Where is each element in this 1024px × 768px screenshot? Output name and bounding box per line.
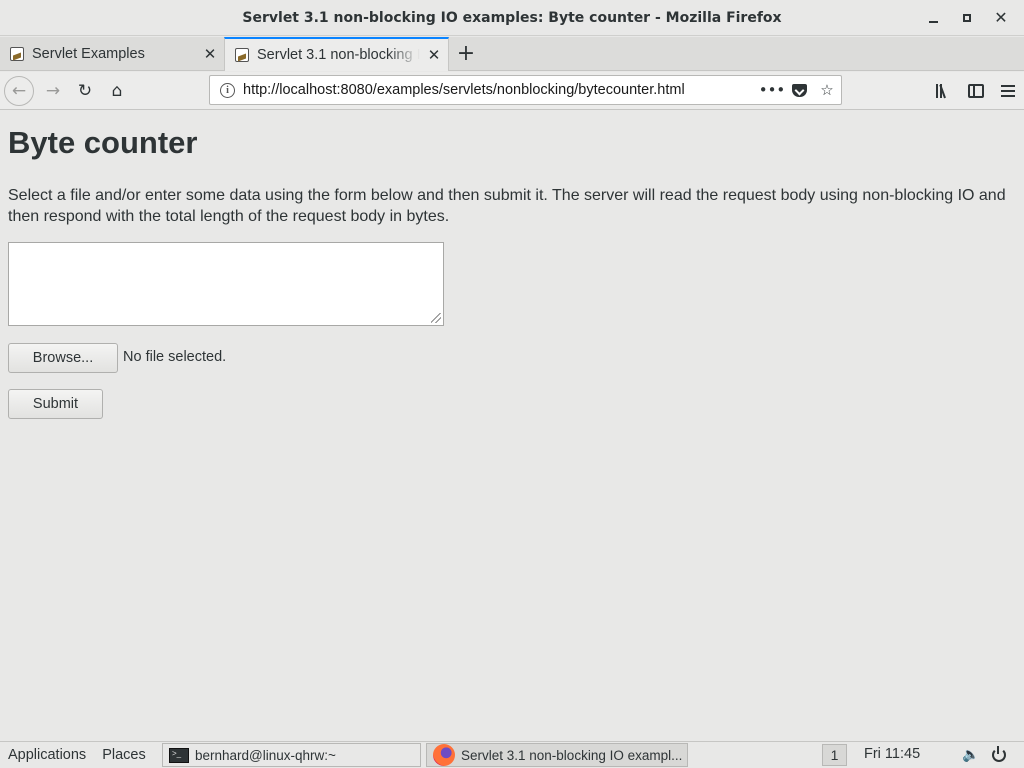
tomcat-favicon-icon [235,48,249,62]
terminal-icon: >_ [169,747,189,763]
firefox-icon [433,744,455,766]
sidebar-icon [968,84,984,98]
tab-servlet-examples[interactable]: Servlet Examples ✕ [0,37,224,70]
navigation-toolbar: ← → ↻ ⌂ i http://localhost:8080/examples… [0,72,1024,110]
file-status: No file selected. [123,349,227,365]
hamburger-menu-icon [1001,85,1015,97]
arrow-right-icon: → [45,81,61,101]
tomcat-favicon-icon [10,46,24,61]
sidebar-button[interactable] [960,76,992,106]
url-bar[interactable]: i http://localhost:8080/examples/servlet… [209,75,842,105]
url-input[interactable]: http://localhost:8080/examples/servlets/… [243,82,758,98]
arrow-left-icon: ← [11,81,27,101]
power-icon[interactable] [990,745,1007,762]
home-button[interactable]: ⌂ [102,76,132,106]
library-button[interactable] [928,76,960,106]
desktop-taskbar: Applications Places >_ bernhard@linux-qh… [0,741,1024,768]
home-icon: ⌂ [111,81,123,101]
volume-icon[interactable]: 🔈 [962,746,979,763]
data-textarea[interactable] [8,242,444,326]
tab-label: Servlet 3.1 non-blocking IO examples: By… [257,47,420,63]
intro-paragraph: Select a file and/or enter some data usi… [8,187,1006,225]
page-content: Byte counter Select a file and/or enter … [0,111,1024,741]
tab-label: Servlet Examples [32,45,145,62]
page-actions-icon[interactable]: ••• [758,81,786,99]
menu-button[interactable] [992,76,1024,106]
tab-byte-counter[interactable]: Servlet 3.1 non-blocking IO examples: By… [224,37,449,71]
library-icon [936,84,952,99]
taskbar-terminal-task[interactable]: >_ bernhard@linux-qhrw:~ [162,743,421,767]
window-controls: ✕ [916,0,1018,36]
reload-button[interactable]: ↻ [70,76,100,106]
resize-grip-icon[interactable] [431,313,441,323]
close-icon: ✕ [994,8,1008,27]
close-window-button[interactable]: ✕ [984,0,1018,36]
task-label: Servlet 3.1 non-blocking IO exampl... [461,747,683,763]
submit-button[interactable]: Submit [8,389,103,419]
minimize-icon [928,21,938,23]
window-title: Servlet 3.1 non-blocking IO examples: By… [242,9,782,26]
taskbar-firefox-task[interactable]: Servlet 3.1 non-blocking IO exampl... [426,743,688,767]
forward-button[interactable]: → [38,76,68,106]
reload-icon: ↻ [77,81,93,101]
task-label: bernhard@linux-qhrw:~ [195,747,336,763]
site-info-icon[interactable]: i [220,82,235,98]
maximize-icon [963,14,971,22]
applications-menu[interactable]: Applications [0,747,94,763]
tab-strip: Servlet Examples ✕ Servlet 3.1 non-block… [0,37,1024,71]
minimize-button[interactable] [916,0,950,36]
tab-close-icon[interactable]: ✕ [196,45,224,63]
clock[interactable]: Fri 11:45 [864,746,920,762]
toolbar-right-buttons [928,76,1024,106]
window-titlebar: Servlet 3.1 non-blocking IO examples: By… [0,0,1024,36]
tab-close-icon[interactable]: ✕ [420,46,448,64]
bookmark-star-icon[interactable]: ☆ [813,81,841,99]
pocket-icon[interactable] [792,83,807,97]
page-title: Byte counter [8,125,198,160]
places-menu[interactable]: Places [94,747,154,763]
workspace-switcher[interactable]: 1 [822,744,847,766]
new-tab-button[interactable]: + [449,37,483,70]
browse-button[interactable]: Browse... [8,343,118,373]
back-button[interactable]: ← [4,76,34,106]
maximize-button[interactable] [950,0,984,36]
